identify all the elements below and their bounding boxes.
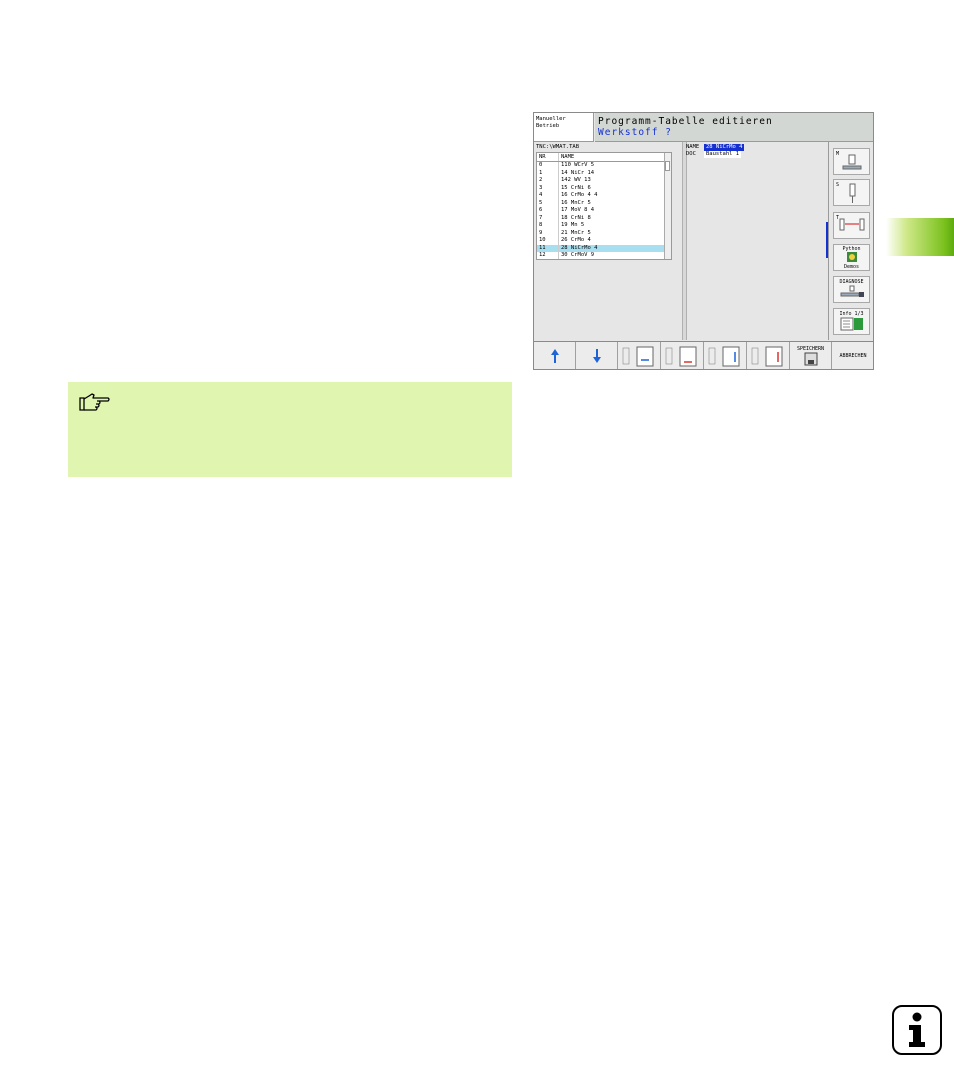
arrow-up-button[interactable]: [534, 342, 576, 369]
table-row[interactable]: 3 15 CrNi 6: [537, 184, 671, 192]
page-up-icon: [708, 346, 740, 367]
cell-nr: 2: [537, 177, 559, 185]
mode-line-2: Betrieb: [536, 123, 560, 129]
softkey-m-label: M: [836, 151, 840, 157]
floppy-disk-icon: [804, 352, 817, 366]
chapter-tab: [886, 218, 954, 256]
screen-title: Programm-Tabelle editieren: [598, 116, 773, 127]
tnc-screenshot: Manueller Betrieb Programm-Tabelle editi…: [533, 112, 874, 370]
table-row[interactable]: 9 21 MnCr 5: [537, 229, 671, 237]
page-end-icon: [665, 346, 697, 367]
softkey-info[interactable]: Info 1/3: [833, 308, 870, 335]
cell-name: 21 MnCr 5: [561, 229, 591, 236]
cell-nr: 4: [537, 192, 559, 200]
scrollbar-thumb[interactable]: [665, 161, 670, 171]
page-begin-button[interactable]: [618, 342, 661, 369]
pane-splitter[interactable]: [682, 142, 687, 340]
table-row[interactable]: 2 142 WV 13: [537, 177, 671, 185]
name-field-label: NAME: [686, 144, 700, 150]
table-row[interactable]: 10 26 CrMo 4: [537, 237, 671, 245]
info-icon: [892, 1005, 942, 1055]
mode-line-1: Manueller: [536, 116, 566, 122]
table-row[interactable]: 7 18 CrNi 8: [537, 214, 671, 222]
cancel-button[interactable]: ABBRECHEN: [832, 342, 873, 369]
page-end-button[interactable]: [661, 342, 704, 369]
softkey-s[interactable]: S: [833, 179, 870, 206]
table-row[interactable]: 8 19 Mn 5: [537, 222, 671, 230]
cell-name: 28 NiCrMo 4: [561, 244, 598, 251]
softkey-python-demos[interactable]: Python Demos: [833, 244, 870, 271]
softkey-t-label: T: [836, 215, 840, 221]
table-row[interactable]: 12 30 CrMoV 9: [537, 252, 671, 259]
cell-name: 16 CrMo 4 4: [561, 192, 598, 198]
vertical-softkey-bar: M S T Python Demos DIAGNOSE Info 1/3: [826, 142, 873, 340]
softkey-diagnose[interactable]: DIAGNOSE: [833, 276, 870, 303]
cell-nr: 6: [537, 207, 559, 215]
cell-name: 110 WCrV 5: [561, 162, 595, 168]
arrow-down-button[interactable]: [576, 342, 618, 369]
demos-label: Demos: [843, 264, 860, 270]
cell-name: 17 MoV 8 4: [561, 207, 595, 213]
table-scrollbar[interactable]: [664, 153, 671, 259]
table-row[interactable]: 5 16 MnCr 5: [537, 199, 671, 207]
cell-name: 142 WV 13: [561, 177, 591, 183]
name-field[interactable]: 28 NiCrMo 4: [704, 144, 745, 151]
table-row[interactable]: 0 110 WCrV 5: [537, 162, 671, 170]
softkey-s-label: S: [836, 182, 840, 188]
save-button[interactable]: SPEICHERN: [790, 342, 832, 369]
file-path: TNC:\WMAT.TAB: [536, 144, 580, 150]
doc-field[interactable]: Baustahl 1: [704, 151, 742, 158]
python-icon: [846, 252, 857, 262]
tool-icon: [849, 183, 855, 203]
arrow-down-icon: [592, 349, 601, 363]
cell-name: 18 CrNi 8: [561, 214, 591, 221]
record-form: NAME 28 NiCrMo 4 DOC Baustahl 1: [686, 144, 745, 158]
cell-name: 26 CrMo 4: [561, 237, 591, 243]
cell-nr: 12: [537, 252, 559, 259]
note-box: [68, 382, 512, 477]
table-row[interactable]: 6 17 MoV 8 4: [537, 207, 671, 215]
cell-nr: 3: [537, 184, 559, 192]
cell-nr: 0: [537, 162, 559, 170]
cell-nr: 10: [537, 237, 559, 245]
doc-field-label: DOC: [686, 151, 696, 157]
column-header-nr: NR: [537, 153, 559, 161]
softkey-t[interactable]: T: [833, 212, 870, 239]
cell-nr: 11: [537, 244, 559, 252]
cell-nr: 7: [537, 214, 559, 222]
horizontal-softkey-bar: SPEICHERN ABBRECHEN: [534, 341, 873, 369]
column-header-name: NAME: [561, 154, 575, 160]
cell-name: 15 CrNi 6: [561, 184, 591, 191]
arrow-up-icon: [550, 349, 559, 363]
pointing-hand-icon: [79, 393, 110, 411]
cell-nr: 5: [537, 199, 559, 207]
page-begin-icon: [622, 346, 654, 367]
table-row[interactable]: 4 16 CrMo 4 4: [537, 192, 671, 200]
spindle-icon: [842, 154, 861, 170]
cell-name: 14 NiCr 14: [561, 169, 595, 176]
table-row[interactable]: 1 14 NiCr 14: [537, 169, 671, 177]
cell-nr: 8: [537, 222, 559, 230]
cell-nr: 9: [537, 229, 559, 237]
cell-name: 19 Mn 5: [561, 222, 585, 228]
cell-name: 30 CrMoV 9: [561, 252, 595, 258]
table-header: NR NAME: [537, 153, 671, 162]
cancel-label: ABBRECHEN: [839, 353, 867, 359]
operating-mode-panel: Manueller Betrieb: [534, 113, 594, 142]
page-up-button[interactable]: [704, 342, 747, 369]
cell-name: 16 MnCr 5: [561, 199, 591, 206]
diagnose-icon: [840, 285, 864, 297]
info-document-icon: [840, 317, 863, 331]
softkey-m[interactable]: M: [833, 148, 870, 175]
page-down-button[interactable]: [747, 342, 790, 369]
cell-nr: 1: [537, 169, 559, 177]
sidebar-indicator: [826, 222, 828, 258]
screen-prompt: Werkstoff ?: [598, 127, 672, 138]
material-table[interactable]: NR NAME 0 110 WCrV 5 1 14 NiCr 14 2 142 WV 13…: [536, 152, 672, 260]
table-row[interactable]: 11 28 NiCrMo 4: [537, 244, 671, 252]
screen-header: Programm-Tabelle editieren Werkstoff ?: [595, 113, 873, 142]
page-down-icon: [751, 346, 783, 367]
tool-change-icon: [839, 218, 864, 231]
